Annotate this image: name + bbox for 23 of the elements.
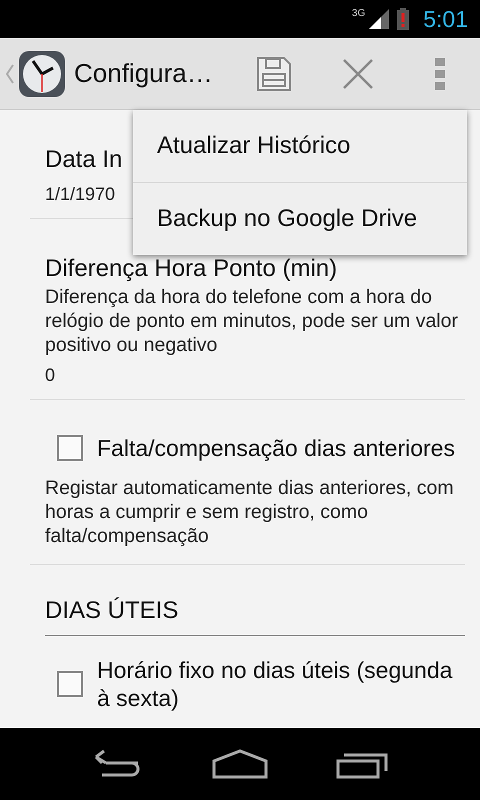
- home-icon: [212, 749, 268, 779]
- checkbox-label: Horário fixo no dias úteis (segunda à sexta): [97, 656, 454, 712]
- network-type: 3G: [352, 8, 366, 19]
- close-icon: [342, 58, 374, 90]
- menu-item[interactable]: Backup no Google Drive: [133, 183, 467, 255]
- preference-title: Diferença Hora Ponto (min): [45, 254, 338, 284]
- chevron-icon: [6, 64, 14, 84]
- menu-item[interactable]: Atualizar Histórico: [133, 110, 467, 183]
- checkbox[interactable]: [57, 435, 83, 461]
- clock-icon: [18, 50, 66, 98]
- preference-summary: Registar automaticamente dias anteriores, com horas a cumprir e sem registro, como falta/compensação: [45, 476, 455, 549]
- preference-value: 0: [45, 364, 56, 387]
- overflow-icon: [435, 58, 445, 90]
- app-home-button[interactable]: Configura…: [0, 50, 213, 98]
- status-time: 5:01: [423, 6, 468, 32]
- checkbox[interactable]: [57, 671, 83, 697]
- preference-title: Data In: [45, 145, 122, 175]
- signal-icon: [369, 9, 390, 29]
- preference-summary: Diferença da hora do telefone com a hora do relógio de ponto em minutos, pode ser um valor positivo ou negativo: [45, 285, 459, 357]
- preference-value: 1/1/1970: [45, 183, 116, 206]
- category-header: DIAS ÚTEIS: [44, 596, 180, 626]
- battery-icon: [397, 8, 410, 30]
- checkbox-label: Falta/compensação dias anteriores: [97, 434, 455, 462]
